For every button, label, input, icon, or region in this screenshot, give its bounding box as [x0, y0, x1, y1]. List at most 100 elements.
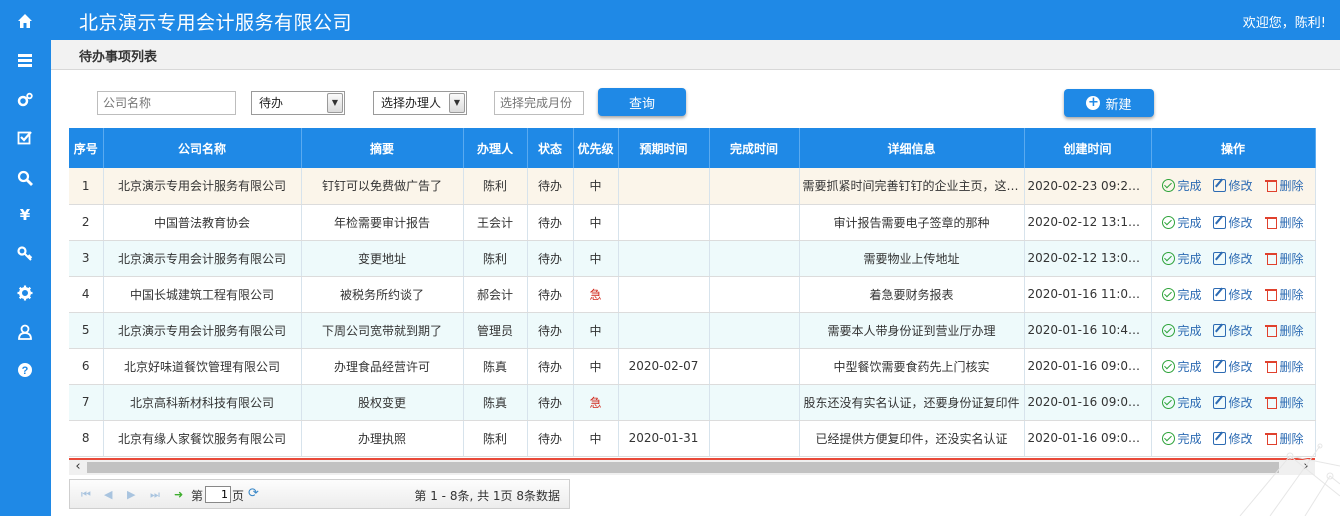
done-button[interactable]: 完成 [1162, 250, 1201, 267]
delete-button[interactable]: 删除 [1264, 250, 1304, 267]
delete-button[interactable]: 删除 [1264, 214, 1304, 231]
delete-button[interactable]: 删除 [1264, 394, 1304, 411]
cell-finished [709, 204, 800, 241]
table-row[interactable]: 4 中国长城建筑工程有限公司 被税务所约谈了 郝会计 待办急 着急要财务报表 2020-01… [69, 276, 1316, 313]
trash-icon [1264, 324, 1278, 337]
page-title: 待办事项列表 [79, 50, 158, 65]
done-button[interactable]: 完成 [1162, 214, 1201, 231]
edit-button[interactable]: 修改 [1213, 394, 1253, 411]
cell-detail: 股东还没有实名认证，还要身份证复印件 [799, 384, 1025, 421]
done-label: 完成 [1177, 359, 1202, 374]
edit-button[interactable]: 修改 [1213, 286, 1253, 303]
refresh-icon[interactable]: ⟳ [248, 486, 259, 501]
edit-icon [1213, 215, 1227, 229]
table-row[interactable]: 1 北京演示专用会计服务有限公司 钉钉可以免费做广告了 陈利 待办中 需要抓紧时间完善钉钉… [69, 168, 1316, 205]
cell-detail: 审计报告需要电子签章的那种 [799, 204, 1025, 241]
col-header[interactable]: 序号 [69, 128, 104, 168]
cell-priority: 中 [573, 348, 619, 385]
scrollbar-thumb[interactable] [87, 462, 1279, 473]
delete-button[interactable]: 删除 [1264, 322, 1304, 339]
page-prefix: 第 [191, 489, 204, 503]
last-page-icon[interactable]: ⏭ [150, 488, 160, 502]
help-icon[interactable]: ? [10, 358, 40, 382]
delete-button[interactable]: 删除 [1264, 286, 1304, 303]
finish-month-input[interactable] [494, 91, 584, 115]
top-header: 北京演示专用会计服务有限公司 欢迎您，陈利! [51, 0, 1340, 40]
table-row[interactable]: 6 北京好味道餐饮管理有限公司 办理食品经营许可 陈真 待办中 2020-02-07 中型餐… [69, 348, 1316, 385]
done-button[interactable]: 完成 [1162, 394, 1201, 411]
handler-select[interactable]: 选择办理人 ▼ [373, 91, 467, 115]
col-header[interactable]: 摘要 [301, 128, 464, 168]
col-header[interactable]: 创建时间 [1024, 128, 1152, 168]
cell-finished [709, 240, 800, 277]
prev-page-icon[interactable]: ◀ [104, 488, 112, 501]
next-page-icon[interactable]: ▶ [127, 488, 135, 501]
gears-icon[interactable] [10, 88, 40, 112]
cell-created: 2020-01-16 09:03:19 [1024, 420, 1152, 457]
trash-icon [1264, 360, 1278, 373]
delete-button[interactable]: 删除 [1264, 177, 1304, 194]
user-icon[interactable] [10, 320, 40, 344]
col-header[interactable]: 状态 [527, 128, 574, 168]
cell-finished [709, 420, 800, 457]
decorative-pattern [1239, 443, 1340, 516]
cell-created: 2020-01-16 09:08:29 [1024, 348, 1152, 385]
cell-detail: 已经提供方便复印件，还没实名认证 [799, 420, 1025, 457]
go-page-icon[interactable]: ➜ [174, 488, 183, 501]
key-icon[interactable] [10, 242, 40, 266]
edit-button[interactable]: 修改 [1213, 358, 1253, 375]
cell-handler: 管理员 [463, 312, 528, 349]
col-header[interactable]: 公司名称 [103, 128, 302, 168]
col-header[interactable]: 优先级 [573, 128, 619, 168]
col-header[interactable]: 完成时间 [709, 128, 800, 168]
trash-icon [1264, 179, 1278, 193]
edit-button[interactable]: 修改 [1213, 214, 1253, 231]
done-button[interactable]: 完成 [1162, 177, 1201, 194]
first-page-icon[interactable]: ⏮ [81, 488, 91, 502]
cell-summary: 钉钉可以免费做广告了 [301, 168, 464, 205]
done-button[interactable]: 完成 [1162, 286, 1201, 303]
edit-button[interactable]: 修改 [1213, 177, 1253, 194]
edit-button[interactable]: 修改 [1213, 322, 1253, 339]
cell-no: 7 [69, 384, 104, 421]
cell-handler: 陈真 [463, 384, 528, 421]
table-row[interactable]: 8 北京有缘人家餐饮服务有限公司 办理执照 陈利 待办中 2020-01-31 已经提供方便… [69, 420, 1316, 457]
new-button[interactable]: + 新建 [1064, 89, 1154, 117]
done-button[interactable]: 完成 [1162, 358, 1201, 375]
table-row[interactable]: 3 北京演示专用会计服务有限公司 变更地址 陈利 待办中 需要物业上传地址 2020-02-… [69, 240, 1316, 277]
col-header[interactable]: 办理人 [463, 128, 528, 168]
done-button[interactable]: 完成 [1162, 430, 1201, 447]
cell-company: 北京演示专用会计服务有限公司 [103, 240, 302, 277]
table-row[interactable]: 5 北京演示专用会计服务有限公司 下周公司宽带就到期了 管理员 待办中 需要本人带身份证到… [69, 312, 1316, 349]
yen-icon[interactable]: ¥ [10, 203, 40, 227]
home-icon[interactable] [10, 9, 40, 33]
cell-company: 北京演示专用会计服务有限公司 [103, 168, 302, 205]
done-button[interactable]: 完成 [1162, 322, 1201, 339]
done-label: 完成 [1177, 287, 1202, 302]
cell-status: 待办 [527, 384, 574, 421]
horizontal-scrollbar[interactable]: ‹ › [69, 458, 1315, 475]
table-row[interactable]: 7 北京高科新材科技有限公司 股权变更 陈真 待办急 股东还没有实名认证，还要身份证复印件… [69, 384, 1316, 421]
delete-button[interactable]: 删除 [1264, 358, 1304, 375]
status-select[interactable]: 待办 ▼ [251, 91, 345, 115]
cell-status: 待办 [527, 276, 574, 313]
cell-no: 3 [69, 240, 104, 277]
checkbox-icon[interactable] [10, 126, 40, 150]
delete-label: 删除 [1279, 179, 1304, 194]
plus-circle-icon: + [1086, 95, 1101, 110]
table-row[interactable]: 2 中国普法教育协会 年检需要审计报告 王会计 待办中 审计报告需要电子签章的那种 2020… [69, 204, 1316, 241]
cell-handler: 陈利 [463, 240, 528, 277]
cell-no: 6 [69, 348, 104, 385]
company-name-input[interactable] [97, 91, 236, 115]
page-number-input[interactable]: 1 [205, 486, 231, 503]
col-header[interactable]: 预期时间 [618, 128, 710, 168]
scroll-left-icon[interactable]: ‹ [71, 459, 85, 474]
query-button[interactable]: 查询 [598, 88, 686, 116]
search-icon[interactable] [10, 166, 40, 190]
edit-button[interactable]: 修改 [1213, 250, 1253, 267]
new-button-label: 新建 [1105, 97, 1132, 113]
list-icon[interactable] [10, 48, 40, 72]
col-header[interactable]: 详细信息 [799, 128, 1025, 168]
gear-icon[interactable] [10, 281, 40, 305]
edit-label: 修改 [1228, 323, 1253, 338]
